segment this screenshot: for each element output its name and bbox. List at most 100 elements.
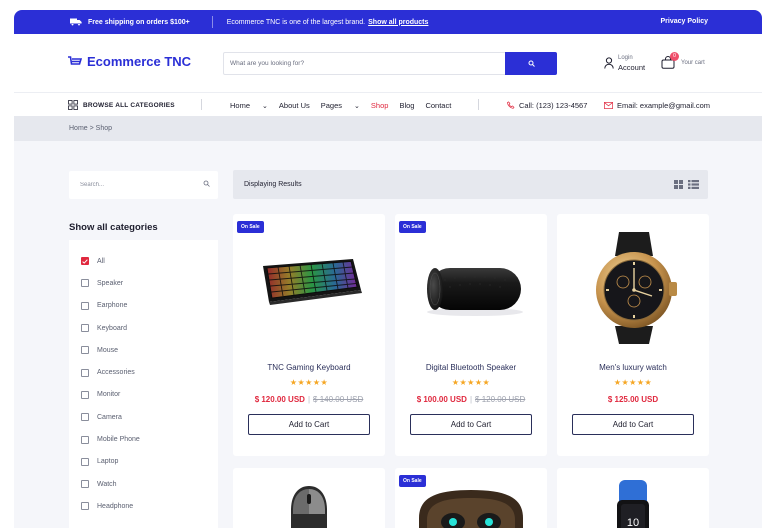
- earbuds-product-image: [419, 490, 523, 528]
- page-frame: Free shipping on orders $100+ Ecommerce …: [14, 10, 762, 528]
- shipping-notice: Free shipping on orders $100+: [14, 16, 213, 28]
- sale-price: $ 120.00 USD: [254, 395, 305, 404]
- watch-product-image: [596, 232, 677, 344]
- category-laptop[interactable]: Laptop: [69, 451, 218, 473]
- product-price: $ 100.00 USD | $ 120.00 USD: [395, 395, 547, 404]
- sidebar-search: [69, 171, 218, 199]
- search-button[interactable]: [505, 52, 557, 75]
- product-name[interactable]: TNC Gaming Keyboard: [233, 363, 385, 372]
- category-speaker[interactable]: Speaker: [69, 272, 218, 294]
- product-card[interactable]: On Sale Digital Bluetooth Speaker ★★★★★ …: [395, 214, 547, 456]
- category-mouse[interactable]: Mouse: [69, 339, 218, 361]
- checkbox-checked-icon: [81, 257, 89, 266]
- category-label: Watch: [97, 480, 117, 488]
- checkbox-icon: [81, 324, 89, 333]
- price-divider: |: [307, 395, 311, 404]
- product-card[interactable]: On Sale: [395, 468, 547, 528]
- checkbox-icon: [81, 279, 89, 288]
- email-link[interactable]: Email: example@gmail.com: [604, 93, 710, 117]
- grid-view-icon[interactable]: [674, 180, 683, 189]
- results-toolbar: Displaying Results: [233, 170, 708, 199]
- add-to-cart-button[interactable]: Add to Cart: [248, 414, 370, 435]
- nav-divider: [478, 99, 479, 110]
- checkbox-icon: [81, 502, 89, 511]
- checkbox-icon: [81, 301, 89, 310]
- nav-shop[interactable]: Shop: [371, 101, 389, 110]
- browse-categories-button[interactable]: BROWSE ALL CATEGORIES: [68, 93, 175, 117]
- category-all[interactable]: All: [69, 250, 218, 272]
- nav-home[interactable]: Home ⌄: [230, 101, 268, 110]
- shipping-text: Free shipping on orders $100+: [88, 18, 190, 26]
- category-label: Mobile Phone: [97, 436, 140, 444]
- category-camera[interactable]: Camera: [69, 406, 218, 428]
- product-price: $ 120.00 USD | $ 140.00 USD: [233, 395, 385, 404]
- search-input[interactable]: [224, 53, 504, 74]
- product-card[interactable]: Men's luxury watch ★★★★★ $ 125.00 USD Ad…: [557, 214, 709, 456]
- category-label: Accessories: [97, 369, 135, 377]
- product-card[interactable]: 10: [557, 468, 709, 528]
- list-view-icon[interactable]: [688, 180, 699, 189]
- cart-count-badge: 0: [670, 52, 679, 61]
- category-mobile-phone[interactable]: Mobile Phone: [69, 428, 218, 450]
- product-card[interactable]: [233, 468, 385, 528]
- checkbox-icon: [81, 390, 89, 399]
- nav-blog[interactable]: Blog: [399, 101, 414, 110]
- category-accessories[interactable]: Accessories: [69, 361, 218, 383]
- add-to-cart-button[interactable]: Add to Cart: [410, 414, 532, 435]
- speaker-product-image: [427, 268, 523, 316]
- mail-icon: [604, 101, 613, 109]
- original-price: $ 140.00 USD: [313, 395, 364, 404]
- nav-pages[interactable]: Pages ⌄: [321, 101, 360, 110]
- category-monitor[interactable]: Monitor: [69, 384, 218, 406]
- shopping-bag-icon: 0: [661, 52, 679, 69]
- view-toggle: [674, 180, 699, 189]
- chevron-down-icon: ⌄: [262, 102, 268, 110]
- rating-stars-icon: ★★★★★: [289, 378, 329, 387]
- category-label: Laptop: [97, 458, 119, 466]
- chevron-down-icon: ⌄: [354, 102, 360, 110]
- checkbox-icon: [81, 368, 89, 377]
- product-name[interactable]: Men's luxury watch: [557, 363, 709, 372]
- phone-icon: [507, 101, 515, 109]
- product-price: $ 125.00 USD: [557, 395, 709, 404]
- user-icon: [604, 57, 614, 69]
- nav-divider: [201, 99, 202, 110]
- checkbox-icon: [81, 457, 89, 466]
- checkbox-icon: [81, 413, 89, 422]
- nav-about-us[interactable]: About Us: [279, 101, 310, 110]
- category-keyboard[interactable]: Keyboard: [69, 317, 218, 339]
- site-header: Ecommerce TNC Login Account 0 Your cart: [14, 34, 762, 92]
- category-label: Monitor: [97, 391, 121, 399]
- category-headphone[interactable]: Headphone: [69, 495, 218, 517]
- call-link[interactable]: Call: (123) 123-4567: [507, 93, 587, 117]
- sale-price: $ 125.00 USD: [607, 395, 659, 404]
- show-all-products-link[interactable]: Show all products: [368, 19, 428, 26]
- rating-stars-icon: ★★★★★: [451, 378, 491, 387]
- categories-title: Show all categories: [69, 222, 158, 233]
- main-nav: BROWSE ALL CATEGORIES Home ⌄ About Us Pag…: [14, 92, 762, 116]
- product-name[interactable]: Digital Bluetooth Speaker: [395, 363, 547, 372]
- search-icon[interactable]: [203, 180, 210, 187]
- category-watch[interactable]: Watch: [69, 473, 218, 495]
- nav-contact[interactable]: Contact: [425, 101, 451, 110]
- site-logo[interactable]: Ecommerce TNC: [68, 54, 191, 69]
- cart-button[interactable]: 0 Your cart: [661, 52, 705, 69]
- privacy-policy-link[interactable]: Privacy Policy: [661, 10, 708, 34]
- top-announcement-bar: Free shipping on orders $100+ Ecommerce …: [14, 10, 762, 34]
- promo-message: Ecommerce TNC is one of the largest bran…: [213, 19, 429, 26]
- category-earphone[interactable]: Earphone: [69, 295, 218, 317]
- checkbox-icon: [81, 435, 89, 444]
- results-label: Displaying Results: [244, 181, 302, 188]
- category-label: Mouse: [97, 346, 119, 354]
- category-label: All: [97, 257, 105, 265]
- product-card[interactable]: On Sale TNC Gaming Keyboard ★★★★★ $ 120.…: [233, 214, 385, 456]
- sidebar-search-input[interactable]: [69, 171, 189, 199]
- grid-icon: [68, 100, 78, 110]
- cart-label: Your cart: [681, 59, 705, 66]
- add-to-cart-button[interactable]: Add to Cart: [572, 414, 694, 435]
- account-link[interactable]: Login Account: [604, 54, 645, 72]
- category-list: All Speaker Earphone Keyboard Mouse Acce…: [69, 240, 218, 528]
- keyboard-product-image: [263, 259, 362, 305]
- price-divider: |: [469, 395, 473, 404]
- call-text: Call: (123) 123-4567: [519, 100, 588, 110]
